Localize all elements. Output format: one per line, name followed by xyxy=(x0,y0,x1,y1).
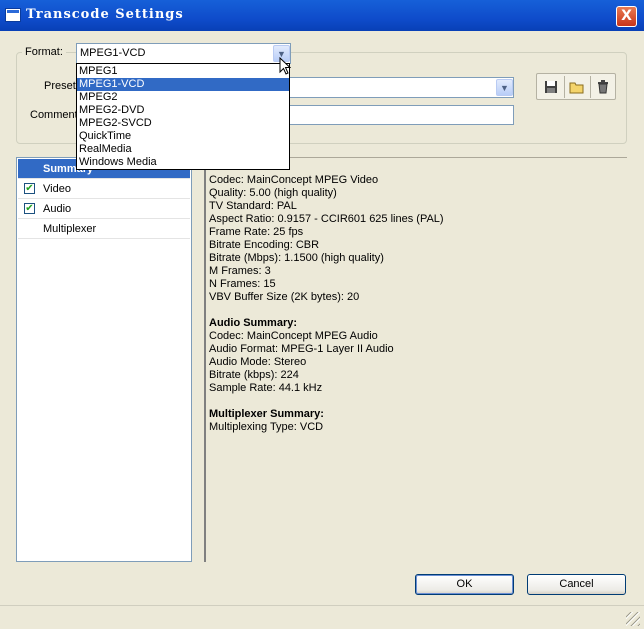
format-option[interactable]: RealMedia xyxy=(77,143,289,156)
format-select-value: MPEG1-VCD xyxy=(80,47,146,59)
video-summary-line: N Frames: 15 xyxy=(209,278,276,290)
audio-summary-line: Sample Rate: 44.1 kHz xyxy=(209,382,323,394)
preset-toolbar xyxy=(536,73,616,100)
multiplexer-summary-heading: Multiplexer Summary: xyxy=(209,408,324,420)
format-option[interactable]: QuickTime xyxy=(77,130,289,143)
video-checkbox[interactable]: ✔ xyxy=(24,183,35,194)
summary-panel: Codec: MainConcept MPEG Video Quality: 5… xyxy=(204,157,627,562)
video-summary-line: Bitrate Encoding: CBR xyxy=(209,239,320,251)
section-item-multiplexer[interactable]: Multiplexer xyxy=(18,219,190,239)
audio-checkbox[interactable]: ✔ xyxy=(24,203,35,214)
delete-icon[interactable] xyxy=(591,76,615,98)
video-summary-line: VBV Buffer Size (2K bytes): 20 xyxy=(209,291,360,303)
format-select[interactable]: MPEG1-VCD ▼ xyxy=(76,43,291,64)
cancel-button[interactable]: Cancel xyxy=(527,574,626,595)
format-option[interactable]: MPEG2-SVCD xyxy=(77,117,289,130)
preset-label: Preset: xyxy=(44,80,79,92)
format-option[interactable]: MPEG2 xyxy=(77,91,289,104)
audio-summary-line: Audio Format: MPEG-1 Layer II Audio xyxy=(209,343,394,355)
format-option[interactable]: MPEG1 xyxy=(77,65,289,78)
app-icon xyxy=(5,8,21,22)
section-item-label: Video xyxy=(43,183,71,195)
preset-chevron-down-icon[interactable]: ▼ xyxy=(496,79,513,96)
format-dropdown-list: MPEG1 MPEG1-VCD MPEG2 MPEG2-DVD MPEG2-SV… xyxy=(76,63,290,170)
video-summary-line: Frame Rate: 25 fps xyxy=(209,226,304,238)
multiplexer-summary-line: Multiplexing Type: VCD xyxy=(209,421,324,433)
open-folder-icon[interactable] xyxy=(565,76,589,98)
section-item-audio[interactable]: ✔ Audio xyxy=(18,199,190,219)
section-item-label: Multiplexer xyxy=(43,223,97,235)
format-option-selected[interactable]: MPEG1-VCD xyxy=(77,78,289,91)
status-bar xyxy=(0,605,644,629)
format-option[interactable]: Windows Media xyxy=(77,156,289,169)
ok-button[interactable]: OK xyxy=(415,574,514,595)
close-button[interactable]: X xyxy=(616,6,637,27)
comment-label: Comment: xyxy=(30,109,81,121)
format-label: Format: xyxy=(22,46,66,58)
section-list: Summary ✔ Video ✔ Audio Multiplexer xyxy=(16,157,192,562)
audio-summary-line: Audio Mode: Stereo xyxy=(209,356,307,368)
video-summary-line: Aspect Ratio: 0.9157 - CCIR601 625 lines… xyxy=(209,213,444,225)
section-item-label: Audio xyxy=(43,203,72,215)
video-summary-line: Quality: 5.00 (high quality) xyxy=(209,187,337,199)
mouse-cursor-icon xyxy=(279,57,291,75)
audio-summary-line: Codec: MainConcept MPEG Audio xyxy=(209,330,378,342)
video-summary-line: TV Standard: PAL xyxy=(209,200,297,212)
window-title: Transcode Settings xyxy=(26,7,184,22)
audio-summary-line: Bitrate (kbps): 224 xyxy=(209,369,299,381)
video-summary-line: Codec: MainConcept MPEG Video xyxy=(209,174,379,186)
format-option[interactable]: MPEG2-DVD xyxy=(77,104,289,117)
audio-summary-heading: Audio Summary: xyxy=(209,317,298,329)
resize-grip-icon[interactable] xyxy=(626,612,640,626)
video-summary-line: M Frames: 3 xyxy=(209,265,271,277)
section-item-video[interactable]: ✔ Video xyxy=(18,179,190,199)
video-summary-line: Bitrate (Mbps): 1.1500 (high quality) xyxy=(209,252,384,264)
save-icon[interactable] xyxy=(539,76,563,98)
